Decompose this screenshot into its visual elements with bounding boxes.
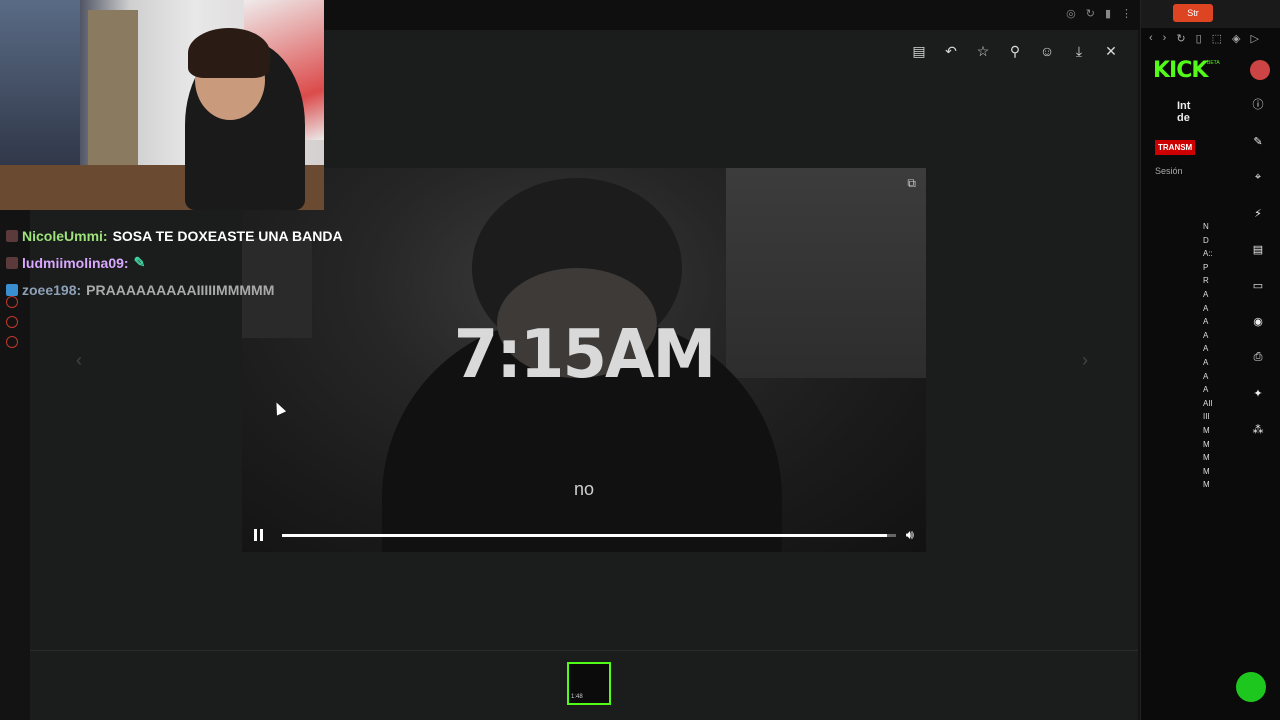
document-icon[interactable]: ▤ (1253, 243, 1263, 256)
prev-arrow-icon[interactable]: ‹ (76, 350, 82, 371)
caption-icon[interactable]: ▤ (910, 42, 928, 60)
webcam-shelf (88, 10, 138, 180)
video-timestamp-overlay: 7:15AM (453, 316, 716, 394)
browser-tab[interactable]: Str (1173, 4, 1213, 22)
session-label: Sesión (1155, 166, 1183, 176)
back-icon[interactable]: ‹ (1149, 32, 1153, 45)
lightning-icon[interactable]: ⚡︎ (1254, 207, 1262, 220)
refresh-icon[interactable]: ↻ (1086, 7, 1095, 20)
stream-title-fragment: Int de (1177, 100, 1191, 124)
extension-icon[interactable]: ◎ (1066, 7, 1076, 20)
side-tool-column: ⓘ ✎ ⌖ ⚡︎ ▤ ▭ ◉ ⎙ ✦ ⁂ (1236, 96, 1280, 436)
user-badge-icon (6, 283, 18, 296)
forward-icon[interactable]: › (1163, 32, 1167, 45)
download-icon[interactable]: ⤓ (1070, 42, 1088, 60)
print-icon[interactable]: ⎙ (1254, 351, 1263, 364)
live-badge: TRANSM (1155, 140, 1196, 155)
kick-side-panel: Str ‹ › ↻ ▯ ⬚ ◈ ▷ KICK BETA Int de TRANS… (1140, 0, 1280, 720)
rail-icon[interactable] (6, 316, 18, 328)
chat-message: PRAAAAAAAAAIIIIIMMMMM (86, 281, 275, 298)
progress-bar[interactable] (282, 533, 896, 537)
chat-icon[interactable]: ▭ (1253, 279, 1263, 292)
side-nav: ‹ › ↻ ▯ ⬚ ◈ ▷ (1149, 32, 1259, 45)
webcam-streamer-hair (188, 28, 270, 78)
info-icon[interactable]: ⓘ (1253, 96, 1264, 112)
webcam-monitor (0, 0, 80, 190)
video-caption: no (573, 479, 595, 499)
thumbnail-strip: 1:48 (30, 650, 1138, 720)
chat-fab-button[interactable] (1236, 672, 1266, 702)
chat-line: NicoleUmmi: SOSA TE DOXEASTE UNA BANDA (6, 222, 386, 249)
user-badge-icon (6, 256, 18, 269)
left-rail-icons (6, 296, 18, 348)
browser-topbar: ◎ ↻ ▮ ⋮ (324, 0, 1140, 30)
pin-icon[interactable]: ⚲ (1006, 42, 1024, 60)
video-controls: 🔊︎ (242, 518, 926, 552)
viewer-toolbar: ▤ ↶ ☆ ⚲ ☺ ⤓ ✕ (910, 42, 1120, 60)
chat-line: zoee198: PRAAAAAAAAAIIIIIMMMMM (6, 276, 386, 303)
chat-overlay: NicoleUmmi: SOSA TE DOXEASTE UNA BANDA l… (6, 222, 386, 303)
rail-icon[interactable] (6, 296, 18, 308)
side-tab-bar: Str (1141, 0, 1280, 28)
rail-icon[interactable] (6, 336, 18, 348)
expand-icon[interactable]: ⬚ (1212, 32, 1222, 45)
send-icon[interactable]: ▷ (1251, 32, 1259, 45)
kick-logo[interactable]: KICK (1153, 58, 1208, 83)
lock-icon[interactable]: ▮ (1105, 7, 1111, 20)
topbar-icons: ◎ ↻ ▮ ⋮ (1066, 7, 1132, 20)
kick-beta-badge: BETA (1207, 60, 1220, 66)
menu-icon[interactable]: ⋮ (1121, 7, 1132, 20)
thumbnail-duration: 1:48 (571, 694, 583, 700)
chat-username: ludmiimolina09: (22, 254, 129, 271)
star-icon[interactable]: ☆ (974, 42, 992, 60)
capture-icon[interactable]: ⌖ (1255, 171, 1261, 184)
pause-icon[interactable] (254, 529, 264, 541)
pencil-icon[interactable]: ✎ (1253, 135, 1262, 148)
emote-icon: ✎ (133, 254, 146, 270)
webcam-overlay (0, 0, 324, 210)
popout-icon[interactable]: ⧉ (907, 176, 916, 191)
chat-line: ludmiimolina09: ✎ (6, 249, 386, 276)
narrow-chat-text: NDA::PRAAAAAAAAAIIIIIMMMMM (1203, 222, 1213, 490)
emoji-icon[interactable]: ☺ (1038, 42, 1056, 60)
avatar[interactable] (1250, 60, 1270, 80)
reply-icon[interactable]: ↶ (942, 42, 960, 60)
chat-username: zoee198: (22, 281, 82, 298)
volume-icon[interactable]: 🔊︎ (906, 527, 914, 543)
reload-icon[interactable]: ↻ (1176, 32, 1185, 45)
chat-username: NicoleUmmi: (22, 227, 108, 244)
share-icon[interactable]: ⁂ (1253, 423, 1264, 436)
broadcast-icon[interactable]: ◉ (1253, 315, 1263, 328)
close-icon[interactable]: ✕ (1102, 42, 1120, 60)
shield-icon[interactable]: ◈ (1232, 32, 1240, 45)
video-thumbnail[interactable]: 1:48 (567, 662, 611, 705)
next-arrow-icon[interactable]: › (1082, 350, 1088, 371)
chat-message: SOSA TE DOXEASTE UNA BANDA (112, 227, 343, 244)
user-badge-icon (6, 229, 18, 242)
wrench-icon[interactable]: ✦ (1253, 387, 1262, 400)
bookmark-icon[interactable]: ▯ (1196, 32, 1202, 45)
progress-fill (282, 533, 887, 537)
screen: ◎ ↻ ▮ ⋮ ▤ ↶ ☆ ⚲ ☺ ⤓ ✕ ‹ › ⧉ 7:15AM no 🔊︎… (0, 0, 1280, 720)
